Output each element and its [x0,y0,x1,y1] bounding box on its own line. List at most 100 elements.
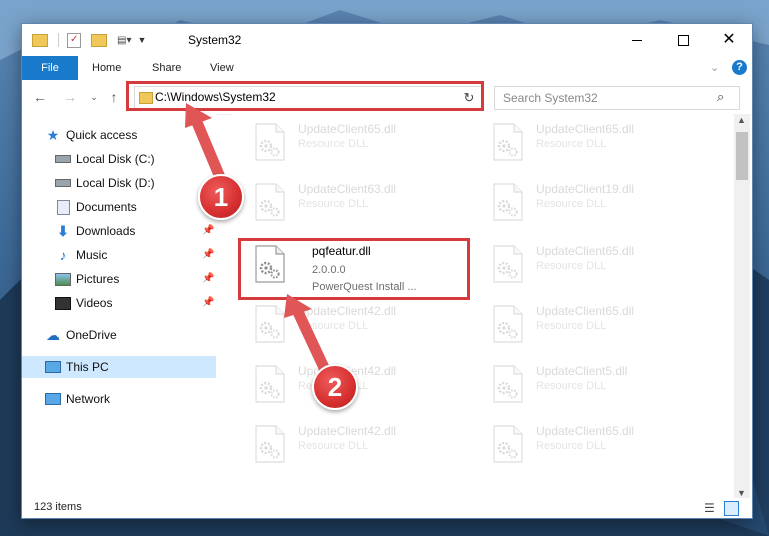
navigation-pane: ★ Quick access Local Disk (C:) Local Dis… [22,114,216,506]
search-placeholder: Search System32 [503,91,598,105]
dll-file-icon [490,304,526,344]
file-description: Resource DLL [298,198,369,210]
file-name: UpdateClient5.dll [536,364,628,378]
file-name: UpdateClient63.dll [298,182,397,196]
scroll-up-icon[interactable]: ▲ [737,115,746,125]
dll-file-icon [252,364,288,404]
step-1-badge: 1 [198,174,244,220]
chevron-down-icon: ⌄ [90,91,98,102]
address-bar-highlight [126,81,484,111]
drive-icon [54,151,72,167]
dll-file-icon [252,182,288,222]
sidebar-item-music[interactable]: ♪ Music 📌 [22,244,248,266]
customize-toolbar-icon[interactable]: ▤▾ [117,35,131,46]
dll-file-icon [490,244,526,284]
sidebar-item-network[interactable]: Network [22,388,238,410]
dropdown-arrow-icon[interactable]: ▼ [137,35,146,45]
drive-icon [54,175,72,191]
file-item[interactable]: UpdateClient5.dll Resource DLL [478,358,698,410]
minimize-button[interactable] [614,24,660,56]
music-icon: ♪ [59,247,67,263]
file-description: Resource DLL [298,138,369,150]
dll-file-icon [252,122,288,162]
close-button[interactable]: ✕ [706,24,752,56]
tab-home[interactable]: Home [92,56,121,80]
pin-icon: 📌 [202,249,215,260]
title-bar: ✓ ▤▾ ▼ System32 ✕ [22,24,752,56]
large-icons-view-icon[interactable] [724,501,739,516]
file-item[interactable]: UpdateClient65.dll Resource DLL [478,116,698,168]
file-item[interactable]: UpdateClient65.dll Resource DLL [478,298,698,350]
dll-file-icon [252,424,288,464]
file-item[interactable]: UpdateClient19.dll Resource DLL [478,176,698,228]
arrow-right-icon: → [63,89,77,105]
videos-icon [54,295,72,311]
documents-icon [54,199,72,215]
pin-icon: 📌 [202,273,215,284]
scrollbar-thumb[interactable] [736,132,748,180]
sidebar-item-label: Music [76,248,108,262]
file-item[interactable]: UpdateClient65.dll Resource DLL [240,116,460,168]
file-item[interactable]: UpdateClient63.dll Resource DLL [240,176,460,228]
vertical-scrollbar[interactable]: ▲ ▼ [734,114,750,504]
tab-share[interactable]: Share [152,56,181,80]
file-name: UpdateClient65.dll [536,304,635,318]
dll-file-icon [252,304,288,344]
tab-view[interactable]: View [210,56,234,80]
search-input[interactable]: Search System32 ⌕ [494,86,740,110]
file-item[interactable]: UpdateClient42.dll Resource DLL [240,298,460,350]
network-icon [44,391,62,407]
dll-file-icon [490,182,526,222]
sidebar-item-onedrive[interactable]: ☁ OneDrive [22,324,238,346]
sidebar-item-label: Local Disk (C:) [76,152,155,166]
sidebar-item-label: Quick access [66,128,138,142]
dll-file-icon [490,122,526,162]
properties-icon[interactable]: ✓ [67,32,81,48]
file-description: Resource DLL [536,440,607,452]
file-highlight [238,238,470,300]
file-item[interactable]: UpdateClient65.dll Resource DLL [478,418,698,470]
file-name: UpdateClient42.dll [298,304,397,318]
help-icon[interactable]: ? [732,60,747,75]
window-title: System32 [188,33,242,47]
sidebar-item-quick-access[interactable]: ★ Quick access [22,124,238,146]
up-button[interactable]: ↑ [106,89,122,105]
file-item[interactable]: UpdateClient65.dll Resource DLL [478,238,698,290]
sidebar-item-this-pc[interactable]: This PC [22,356,216,378]
file-item[interactable]: UpdateClient42.dll Resource DLL [240,418,460,470]
file-description: Resource DLL [536,198,607,210]
maximize-button[interactable] [660,24,706,56]
details-view-icon[interactable]: ☰ [704,501,715,515]
folder-icon[interactable] [32,33,48,47]
download-icon: ⬇ [57,222,69,239]
back-button[interactable]: ← [32,89,48,105]
sidebar-item-label: Downloads [76,224,136,238]
close-icon: ✕ [722,31,736,48]
step-2-badge: 2 [312,364,358,410]
maximize-icon [677,34,689,46]
recent-locations-button[interactable]: ⌄ [86,89,102,105]
sidebar-item-downloads[interactable]: ⬇ Downloads 📌 [22,220,248,242]
scroll-down-icon[interactable]: ▼ [737,488,746,498]
minimize-icon [632,39,642,41]
sidebar-item-pictures[interactable]: Pictures 📌 [22,268,248,290]
file-name: UpdateClient65.dll [536,122,635,136]
status-bar: 123 items ☰ [22,498,752,518]
pictures-icon [54,271,72,287]
sidebar-item-videos[interactable]: Videos 📌 [22,292,248,314]
sidebar-item-label: Documents [76,200,137,214]
search-icon: ⌕ [717,89,725,104]
sidebar-item-label: Network [66,392,111,406]
quick-access-toolbar: ✓ ▤▾ ▼ [32,32,146,48]
expand-ribbon-icon[interactable]: ⌄ [710,61,719,74]
arrow-left-icon: ← [33,89,47,105]
computer-icon [44,359,62,375]
ribbon-tabs: File Home Share View ⌄ ? [22,56,752,108]
sidebar-item-local-disk-c[interactable]: Local Disk (C:) [22,148,248,170]
sidebar-item-label: Pictures [76,272,120,286]
sidebar-item-label: Local Disk (D:) [76,176,155,190]
dll-file-icon [490,424,526,464]
file-name: UpdateClient65.dll [298,122,397,136]
forward-button[interactable]: → [62,89,78,105]
new-folder-icon[interactable] [91,33,107,47]
